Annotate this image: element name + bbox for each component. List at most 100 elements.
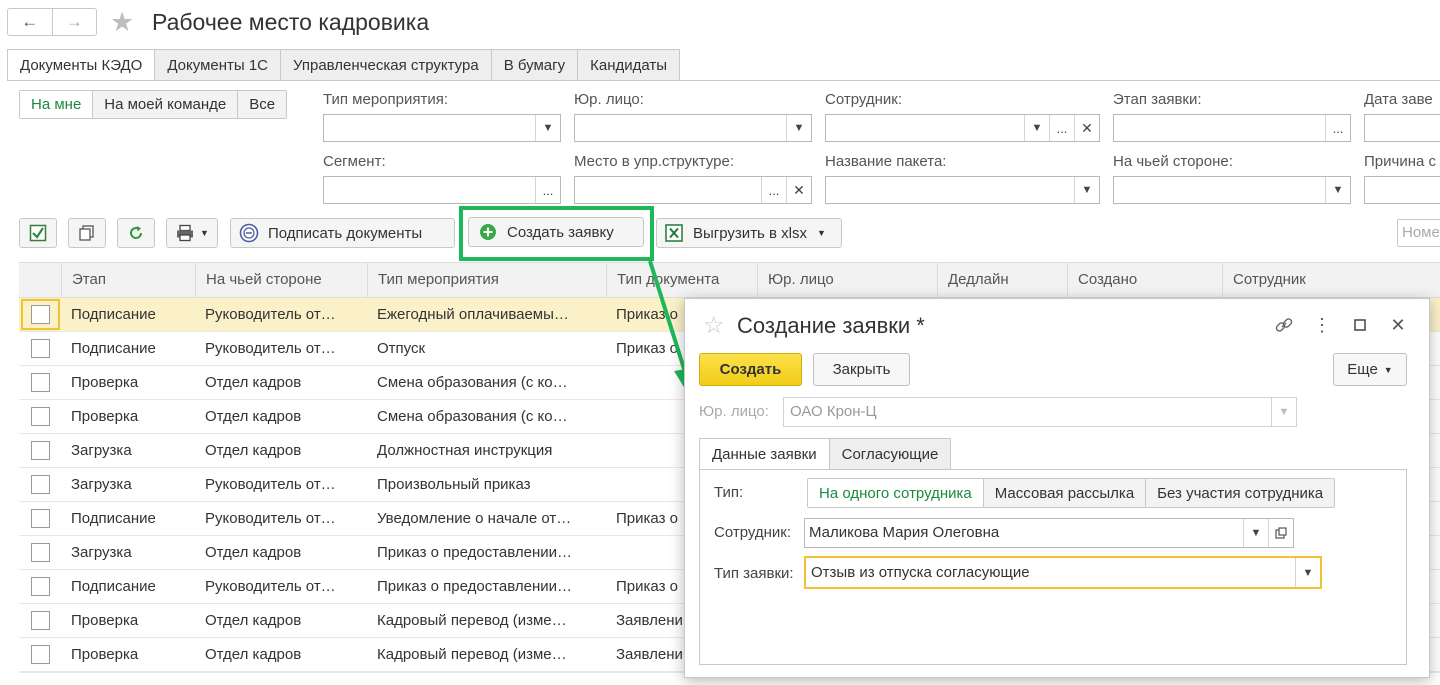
check-all-button[interactable] (19, 218, 57, 248)
export-xlsx-button[interactable]: Выгрузить в xlsx ▼ (656, 218, 842, 248)
more-vertical-icon[interactable]: ⋮ (1303, 313, 1341, 337)
reason-label: Причина с (1364, 153, 1436, 170)
scope-on-me[interactable]: На мне (20, 91, 93, 118)
column-header[interactable]: Дедлайн (937, 263, 1067, 297)
request-date-field[interactable] (1364, 114, 1440, 142)
printer-icon (177, 224, 194, 242)
select-dots-icon[interactable]: ... (761, 177, 786, 203)
favorite-star-icon[interactable]: ☆ (703, 311, 725, 340)
column-header[interactable]: Тип мероприятия (367, 263, 606, 297)
request-type-label: Тип заявки: (714, 565, 794, 582)
copy-button[interactable] (68, 218, 106, 248)
table-header: Этап На чьей стороне Тип мероприятия Тип… (19, 262, 1440, 298)
chevron-down-icon[interactable]: ▼ (1325, 177, 1350, 203)
on-whose-side-field[interactable]: ▼ (1113, 176, 1351, 204)
employee-field[interactable]: ▼... ✕ (825, 114, 1100, 142)
forward-arrow-icon[interactable]: → (51, 9, 97, 35)
tab-request-data[interactable]: Данные заявки (699, 438, 830, 470)
select-dots-icon[interactable]: ... (535, 177, 560, 203)
column-header[interactable]: На чьей стороне (195, 263, 367, 297)
create-request-dialog: ☆ Создание заявки * ⋮ ✕ Создать Закрыть … (684, 298, 1430, 678)
employee-field[interactable]: Маликова Мария Олеговна ▼ (804, 518, 1294, 548)
export-xlsx-label: Выгрузить в xlsx (693, 224, 808, 242)
chevron-down-icon[interactable]: ▼ (786, 115, 811, 141)
maximize-icon[interactable] (1341, 313, 1379, 337)
search-input[interactable]: Номе (1397, 219, 1440, 247)
employee-label: Сотрудник: (714, 524, 792, 541)
clear-icon[interactable]: ✕ (786, 177, 811, 203)
column-header[interactable]: Юр. лицо (757, 263, 937, 297)
back-arrow-icon[interactable]: ← (8, 9, 52, 35)
scope-all[interactable]: Все (237, 91, 286, 118)
tab-management-structure[interactable]: Управленческая структура (281, 49, 492, 81)
print-button[interactable]: ▼ (166, 218, 218, 248)
row-checkbox[interactable] (31, 543, 50, 562)
table-cell: Отпуск (377, 340, 426, 357)
row-checkbox[interactable] (31, 577, 50, 596)
legal-entity-value: ОАО Крон-Ц (790, 403, 877, 420)
create-request-label: Создать заявку (507, 223, 614, 241)
table-cell: Проверка (71, 374, 139, 391)
tab-approvers[interactable]: Согласующие (829, 438, 952, 470)
chevron-down-icon[interactable]: ▼ (1024, 115, 1049, 141)
row-checkbox[interactable] (31, 373, 50, 392)
select-dots-icon[interactable]: ... (1325, 115, 1350, 141)
legal-entity-field[interactable]: ▼ (574, 114, 812, 142)
tab-kedo-documents[interactable]: Документы КЭДО (7, 49, 156, 81)
row-checkbox[interactable] (31, 611, 50, 630)
open-link-icon[interactable] (1268, 519, 1293, 547)
signature-icon (239, 223, 259, 243)
segment-field[interactable]: ... (323, 176, 561, 204)
favorite-star-icon[interactable]: ★ (110, 7, 134, 37)
close-icon[interactable]: ✕ (1379, 313, 1417, 337)
scope-my-team[interactable]: На моей команде (92, 91, 237, 118)
row-checkbox[interactable] (31, 441, 50, 460)
table-cell: Смена образования (с ко… (377, 408, 568, 425)
chevron-down-icon[interactable]: ▼ (1243, 519, 1268, 547)
table-cell: Кадровый перевод (изме… (377, 646, 567, 663)
table-cell: Смена образования (с ко… (377, 374, 568, 391)
row-checkbox[interactable] (31, 407, 50, 426)
row-checkbox[interactable] (31, 305, 50, 324)
package-name-field[interactable]: ▼ (825, 176, 1100, 204)
clear-icon[interactable]: ✕ (1074, 115, 1099, 141)
event-type-field[interactable]: ▼ (323, 114, 561, 142)
table-cell: Руководитель от… (205, 340, 336, 357)
row-checkbox[interactable] (31, 645, 50, 664)
type-single-employee[interactable]: На одного сотрудника (808, 479, 983, 507)
tab-to-paper[interactable]: В бумагу (491, 49, 579, 81)
column-header[interactable]: Этап (61, 263, 195, 297)
row-checkbox[interactable] (31, 509, 50, 528)
refresh-button[interactable] (117, 218, 155, 248)
row-checkbox[interactable] (31, 339, 50, 358)
table-cell: Руководитель от… (205, 578, 336, 595)
sign-documents-button[interactable]: Подписать документы (230, 218, 455, 248)
request-type-field[interactable]: Отзыв из отпуска согласующие ▼ (804, 556, 1322, 589)
tab-1c-documents[interactable]: Документы 1С (155, 49, 282, 81)
tab-candidates[interactable]: Кандидаты (578, 49, 681, 81)
stage-field[interactable]: ... (1113, 114, 1351, 142)
type-mass-mailing[interactable]: Массовая рассылка (982, 479, 1145, 507)
create-button[interactable]: Создать (699, 353, 802, 386)
column-header[interactable]: Создано (1067, 263, 1222, 297)
type-no-employee[interactable]: Без участия сотрудника (1145, 479, 1334, 507)
sign-documents-label: Подписать документы (268, 224, 423, 242)
org-place-field[interactable]: ... ✕ (574, 176, 812, 204)
more-button[interactable]: Еще ▼ (1333, 353, 1407, 386)
chevron-down-icon: ▼ (1383, 364, 1393, 375)
column-header[interactable]: Сотрудник (1222, 263, 1440, 297)
chevron-down-icon[interactable]: ▼ (1295, 558, 1320, 587)
close-button[interactable]: Закрыть (813, 353, 910, 386)
link-icon[interactable] (1265, 313, 1303, 337)
type-selector: На одного сотрудника Массовая рассылка Б… (807, 478, 1336, 508)
create-request-button[interactable]: Создать заявку (468, 217, 644, 247)
org-place-label: Место в упр.структуре: (574, 153, 734, 170)
select-dots-icon[interactable]: ... (1049, 115, 1074, 141)
table-cell: Подписание (71, 510, 156, 527)
reason-field[interactable] (1364, 176, 1440, 204)
table-cell: Отдел кадров (205, 408, 302, 425)
chevron-down-icon[interactable]: ▼ (1074, 177, 1099, 203)
row-checkbox[interactable] (31, 475, 50, 494)
employee-label: Сотрудник: (825, 91, 903, 108)
chevron-down-icon[interactable]: ▼ (535, 115, 560, 141)
